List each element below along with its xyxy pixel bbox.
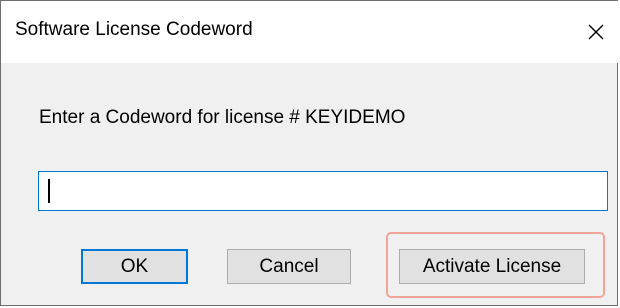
activate-license-button[interactable]: Activate License: [399, 249, 585, 284]
close-button[interactable]: [573, 1, 619, 63]
ok-button[interactable]: OK: [81, 249, 188, 284]
cancel-button[interactable]: Cancel: [227, 249, 351, 284]
title-bar: Software License Codeword: [1, 1, 619, 63]
close-icon: [588, 24, 604, 40]
text-caret: [48, 179, 50, 203]
codeword-prompt-label: Enter a Codeword for license # KEYIDEMO: [39, 107, 406, 128]
license-codeword-dialog: Software License Codeword Enter a Codewo…: [0, 0, 619, 306]
window-title: Software License Codeword: [15, 19, 253, 40]
codeword-input[interactable]: [38, 171, 608, 211]
